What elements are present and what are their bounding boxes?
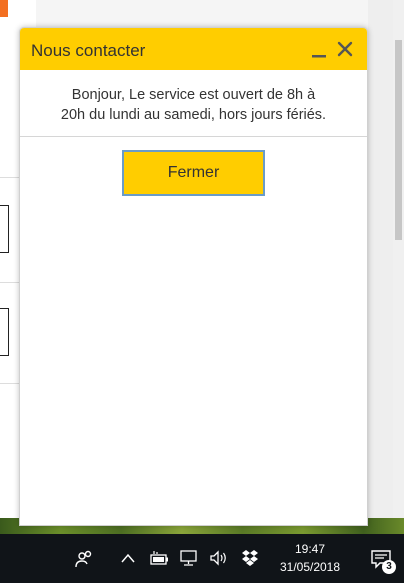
message-line: Bonjour, Le service est ouvert de 8h à bbox=[71, 87, 316, 103]
screen: Nous contacter Bonjour, Le service est o… bbox=[0, 0, 404, 583]
volume-icon[interactable] bbox=[209, 549, 229, 567]
background-input-box[interactable] bbox=[0, 308, 9, 356]
network-icon[interactable] bbox=[179, 549, 199, 567]
clock-date: 31/05/2018 bbox=[279, 560, 341, 574]
battery-icon[interactable] bbox=[148, 550, 170, 566]
chat-welcome-message: Bonjour, Le service est ouvert de 8h à 2… bbox=[20, 85, 367, 125]
people-icon[interactable] bbox=[74, 549, 94, 569]
chat-title: Nous contacter bbox=[31, 41, 146, 60]
message-line: 20h du lundi au samedi, hors jours férié… bbox=[60, 107, 327, 123]
orange-accent-bar bbox=[0, 0, 8, 17]
chevron-up-icon[interactable] bbox=[120, 552, 136, 564]
close-icon[interactable] bbox=[337, 41, 353, 57]
contact-chat-window: Nous contacter Bonjour, Le service est o… bbox=[19, 27, 368, 526]
dropbox-icon[interactable] bbox=[240, 549, 260, 567]
scrollbar-thumb[interactable] bbox=[395, 40, 402, 240]
clock-time: 19:47 bbox=[294, 542, 326, 556]
background-input-box[interactable] bbox=[0, 205, 9, 253]
minimize-icon[interactable] bbox=[311, 44, 327, 60]
chat-header: Nous contacter bbox=[20, 28, 367, 70]
system-clock[interactable]: 19:47 31/05/2018 bbox=[268, 540, 352, 576]
taskbar: 19:47 31/05/2018 3 bbox=[0, 534, 404, 583]
fermer-button[interactable]: Fermer bbox=[122, 150, 265, 196]
separator bbox=[20, 136, 367, 137]
notification-count-badge: 3 bbox=[382, 560, 396, 574]
